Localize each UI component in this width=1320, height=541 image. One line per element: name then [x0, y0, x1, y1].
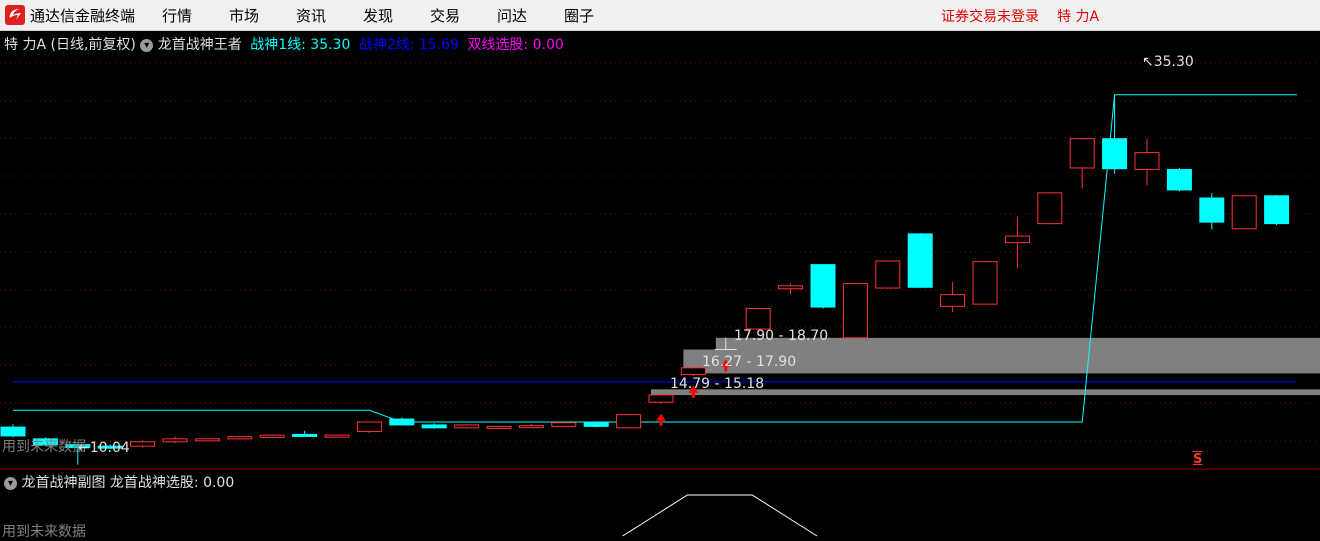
- candle-body-37: [1199, 197, 1225, 223]
- candle-body-34: [1102, 138, 1128, 170]
- candle-body-6: [194, 438, 220, 442]
- candle-body-20: [648, 394, 674, 403]
- line2-value-label: 战神2线: 15.69: [358, 37, 459, 53]
- menu-item-circle[interactable]: 圈子: [564, 5, 594, 26]
- candle-body-17: [551, 422, 577, 427]
- high-price-label: ↖35.30: [1142, 54, 1194, 70]
- menu-item-quotes[interactable]: 行情: [162, 5, 192, 26]
- candle-body-28: [907, 233, 933, 288]
- select-value-label: 双线选股: 0.00: [467, 37, 564, 53]
- menu-item-market[interactable]: 市场: [229, 5, 259, 26]
- signal-marker: S: [1193, 452, 1203, 467]
- menu-item-news[interactable]: 资讯: [296, 5, 326, 26]
- candle-body-31: [1004, 235, 1030, 244]
- candle-body-19: [616, 414, 642, 429]
- menu-item-ask[interactable]: 问达: [497, 5, 527, 26]
- candle-body-14: [454, 424, 480, 429]
- candle-body-10: [324, 434, 350, 438]
- candle-body-0: [0, 426, 26, 437]
- main-title-bar: 特 力A (日线,前复权) ▾ 龙首战神王者 战神1线: 35.30 战神2线:…: [4, 34, 564, 54]
- candle-body-24: [778, 285, 804, 290]
- zone-label-1: 17.90 - 18.70: [734, 328, 829, 344]
- menu-bar: 通达信金融终端 行情 市场 资讯 发现 交易 问达 圈子 证券交易未登录 特 力…: [0, 0, 1320, 31]
- candle-body-12: [389, 418, 415, 426]
- candle-body-30: [972, 261, 998, 305]
- sub-select-value-label: 龙首战神选股: 0.00: [109, 475, 235, 491]
- candle-body-11: [356, 421, 382, 433]
- low-price-value: 10.04: [89, 440, 130, 456]
- security-name: 特 力A: [4, 37, 47, 53]
- buy-arrow-0: [656, 413, 666, 426]
- line1-value-label: 战神1线: 35.30: [250, 37, 351, 53]
- login-status[interactable]: 证券交易未登录: [941, 6, 1039, 26]
- indicator-name[interactable]: 龙首战神王者: [158, 37, 242, 53]
- high-price-value: 35.30: [1153, 54, 1194, 70]
- chart-area[interactable]: 特 力A (日线,前复权) ▾ 龙首战神王者 战神1线: 35.30 战神2线:…: [0, 31, 1320, 540]
- stock-name: 特 力A: [1057, 9, 1100, 25]
- candle-body-39: [1264, 195, 1290, 225]
- candle-body-5: [162, 438, 188, 443]
- candle-body-4: [130, 441, 156, 447]
- sub-indicator-menu-icon[interactable]: ▾: [4, 476, 17, 490]
- candle-body-23: [745, 308, 771, 330]
- candle-body-32: [1037, 192, 1063, 225]
- candle-body-26: [842, 283, 868, 339]
- zone-label-2: 16.27 - 17.90: [702, 354, 797, 370]
- sub-select-series: [622, 494, 818, 537]
- menu-item-discover[interactable]: 发现: [363, 5, 393, 26]
- candle-body-38: [1231, 195, 1257, 230]
- candle-body-27: [875, 260, 901, 289]
- candle-body-16: [518, 425, 544, 429]
- candle-body-25: [810, 264, 836, 308]
- candle-body-15: [486, 425, 512, 429]
- candle-body-18: [583, 422, 609, 427]
- candle-body-8: [259, 434, 285, 438]
- zone-label-3: 14.79 - 15.18: [670, 376, 765, 392]
- main-future-data-note: 用到未来数据: [2, 439, 86, 455]
- candle-body-29: [940, 294, 966, 307]
- app-title: 通达信金融终端: [30, 7, 136, 25]
- sub-future-data-note: 用到未来数据: [2, 524, 86, 540]
- indicator-menu-icon[interactable]: ▾: [140, 38, 154, 52]
- sub-title-bar: ▾ 龙首战神副图 龙首战神选股: 0.00: [4, 472, 234, 492]
- candle-body-13: [421, 424, 447, 429]
- candle-body-7: [227, 436, 253, 440]
- candle-body-36: [1166, 168, 1192, 191]
- candle-body-35: [1134, 152, 1160, 170]
- menu-item-trade[interactable]: 交易: [430, 5, 460, 26]
- app-logo-icon: [5, 5, 25, 25]
- candle-body-9: [292, 433, 318, 437]
- low-price-label: ←10.04: [78, 440, 130, 456]
- period-label: (日线,前复权): [50, 37, 136, 53]
- sub-indicator-name[interactable]: 龙首战神副图: [21, 475, 105, 491]
- candle-body-33: [1069, 138, 1095, 169]
- candlestick-chart[interactable]: [0, 31, 1320, 538]
